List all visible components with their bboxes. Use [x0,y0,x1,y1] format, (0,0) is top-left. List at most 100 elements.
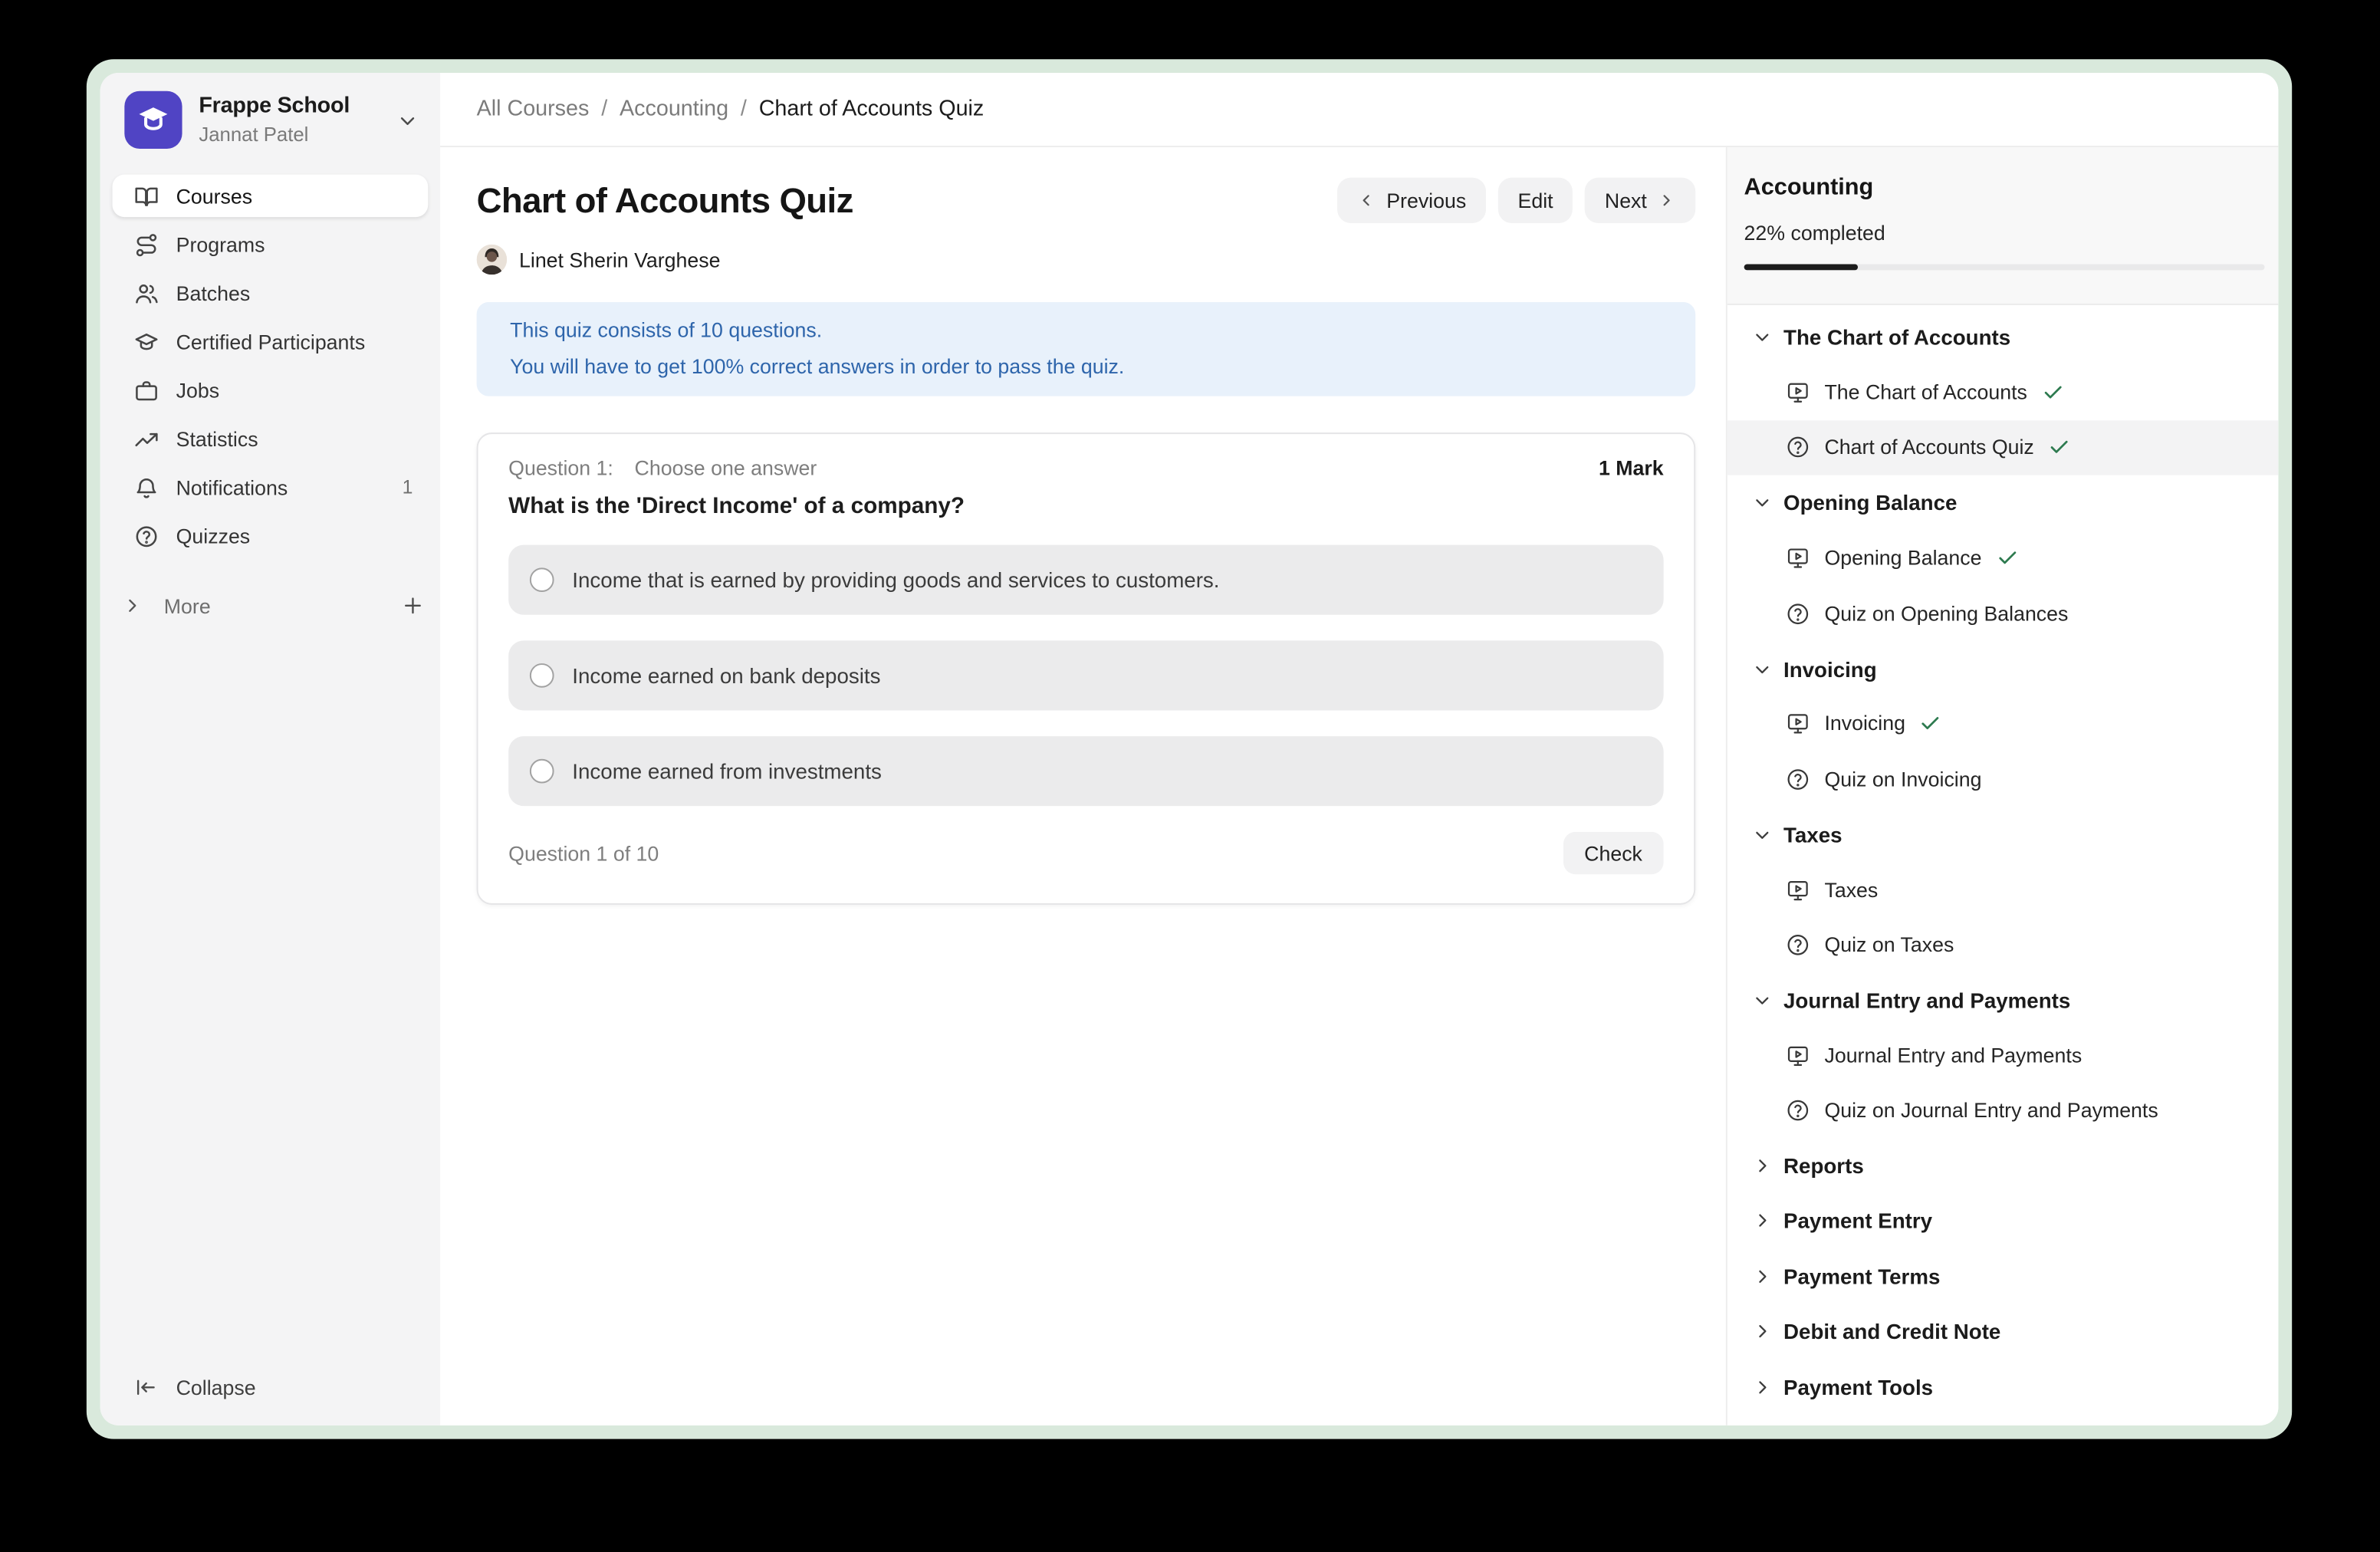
sidebar-item-jobs[interactable]: Jobs [112,369,428,411]
outline-section-payment-terms[interactable]: Payment Terms [1727,1248,2279,1304]
main-column: All Courses / Accounting / Chart of Accounts… [440,73,2278,1425]
outline-section-taxes[interactable]: Taxes [1727,807,2279,862]
outline-item-quiz-on-journal-entry-and-payments[interactable]: Quiz on Journal Entry and Payments [1727,1083,2279,1138]
help-circle-icon [1785,435,1811,461]
workspace-switcher[interactable]: Frappe School Jannat Patel [100,73,440,149]
sidebar-item-courses[interactable]: Courses [112,175,428,217]
breadcrumb-separator: / [601,97,607,122]
sidebar-item-batches[interactable]: Batches [112,271,428,314]
sidebar-item-certified-participants[interactable]: Certified Participants [112,321,428,363]
check-icon [2041,381,2064,404]
outline-item-quiz-on-opening-balances[interactable]: Quiz on Opening Balances [1727,586,2279,641]
radio-button[interactable] [530,759,554,784]
previous-button[interactable]: Previous [1338,178,1486,223]
help-circle-icon [1785,1098,1811,1124]
outline-item-quiz-on-taxes[interactable]: Quiz on Taxes [1727,917,2279,972]
monitor-play-icon [1785,876,1811,903]
outline-item-chart-of-accounts-quiz[interactable]: Chart of Accounts Quiz [1727,420,2279,475]
sidebar-item-label: Notifications [176,476,288,499]
chevron-down-icon [1751,989,1773,1011]
question-marks: 1 Mark [1599,457,1664,482]
sidebar-item-quizzes[interactable]: Quizzes [112,515,428,557]
outline-label: Chart of Accounts Quiz [1824,436,2033,459]
trending-up-icon [133,426,159,452]
sidebar-item-notifications[interactable]: Notifications1 [112,466,428,508]
sidebar-item-label: Certified Participants [176,330,366,353]
outline-label: Payment Terms [1783,1264,1940,1289]
sidebar-item-more[interactable]: More [100,584,440,626]
outline-item-opening-balance[interactable]: Opening Balance [1727,531,2279,586]
sidebar-item-label: Quizzes [176,524,251,547]
quiz-option-1[interactable]: Income that is earned by providing goods… [508,545,1663,615]
outline-section-payment-tools[interactable]: Payment Tools [1727,1360,2279,1415]
collapse-sidebar-button[interactable]: Collapse [112,1366,428,1409]
breadcrumb-separator: / [741,97,747,122]
outline-label: Quiz on Journal Entry and Payments [1824,1100,2158,1123]
sidebar-item-label: Jobs [176,379,219,402]
outline-section-opening-balance[interactable]: Opening Balance [1727,475,2279,531]
outline-label: Payment Entry [1783,1209,1932,1234]
breadcrumb-item-chart-of-accounts-quiz: Chart of Accounts Quiz [759,97,985,122]
chevron-right-icon [1751,1321,1773,1343]
graduation-cap-icon [133,329,159,355]
outline-item-journal-entry-and-payments[interactable]: Journal Entry and Payments [1727,1028,2279,1083]
radio-button[interactable] [530,567,554,592]
quiz-notice: This quiz consists of 10 questions. You … [477,302,1696,396]
quiz-option-3[interactable]: Income earned from investments [508,736,1663,806]
outline-section-invoicing[interactable]: Invoicing [1727,641,2279,696]
page-title: Chart of Accounts Quiz [477,178,853,223]
option-label: Income earned from investments [572,759,882,784]
author-name: Linet Sherin Varghese [519,248,720,271]
outline-section-payment-entry[interactable]: Payment Entry [1727,1193,2279,1248]
plus-icon[interactable] [401,594,426,618]
app-window: Frappe School Jannat Patel Courses Progra… [100,73,2279,1425]
bell-icon [133,475,159,501]
outline-label: Payment Tools [1783,1375,1933,1399]
quiz-option-2[interactable]: Income earned on bank deposits [508,640,1663,710]
outline-label: The Chart of Accounts [1783,325,2010,350]
sidebar-item-statistics[interactable]: Statistics [112,417,428,459]
check-button[interactable]: Check [1563,832,1663,874]
outline-label: Opening Balance [1783,491,1957,515]
edit-button[interactable]: Edit [1498,178,1573,223]
outline-item-quiz-on-invoicing[interactable]: Quiz on Invoicing [1727,751,2279,807]
breadcrumb-item-accounting[interactable]: Accounting [620,97,728,122]
outline-item-the-chart-of-accounts[interactable]: The Chart of Accounts [1727,365,2279,420]
option-label: Income that is earned by providing goods… [572,567,1219,592]
workspace-user: Jannat Patel [199,125,350,145]
chevron-down-icon [1751,327,1773,348]
chevron-down-icon [1751,492,1773,514]
next-button[interactable]: Next [1585,178,1695,223]
monitor-play-icon [1785,1043,1811,1069]
left-sidebar: Frappe School Jannat Patel Courses Progra… [100,73,440,1425]
outline-section-the-chart-of-accounts[interactable]: The Chart of Accounts [1727,310,2279,365]
outline-label: Reports [1783,1154,1864,1179]
chevron-right-icon [1658,191,1676,209]
outline-label: Invoicing [1824,712,1905,735]
course-outline-list: The Chart of Accounts The Chart of Accoun… [1727,305,2279,1415]
sidebar-item-programs[interactable]: Programs [112,223,428,265]
outline-section-debit-and-credit-note[interactable]: Debit and Credit Note [1727,1304,2279,1360]
outline-section-journal-entry-and-payments[interactable]: Journal Entry and Payments [1727,972,2279,1028]
outline-section-reports[interactable]: Reports [1727,1138,2279,1193]
route-icon [133,232,159,258]
outline-label: Journal Entry and Payments [1783,988,2070,1012]
chevron-right-icon [1751,1266,1773,1287]
outline-item-invoicing[interactable]: Invoicing [1727,696,2279,751]
users-icon [133,280,159,306]
breadcrumb-item-all-courses[interactable]: All Courses [477,97,590,122]
outline-label: Taxes [1824,878,1878,901]
sidebar-nav: Courses Programs Batches Certified Particip… [100,149,440,557]
question-number: Question 1: [508,457,613,482]
frappe-school-logo [124,91,182,149]
outline-label: The Chart of Accounts [1824,381,2027,404]
briefcase-icon [133,377,159,403]
notice-line: You will have to get 100% correct answer… [510,349,1662,386]
collapse-left-icon [133,1376,158,1400]
radio-button[interactable] [530,663,554,688]
chevron-left-icon [1358,191,1376,209]
chevron-down-icon[interactable] [396,109,419,132]
outline-item-taxes[interactable]: Taxes [1727,862,2279,917]
check-icon [1995,547,2018,570]
course-progress-header: Accounting 22% completed [1727,147,2279,305]
